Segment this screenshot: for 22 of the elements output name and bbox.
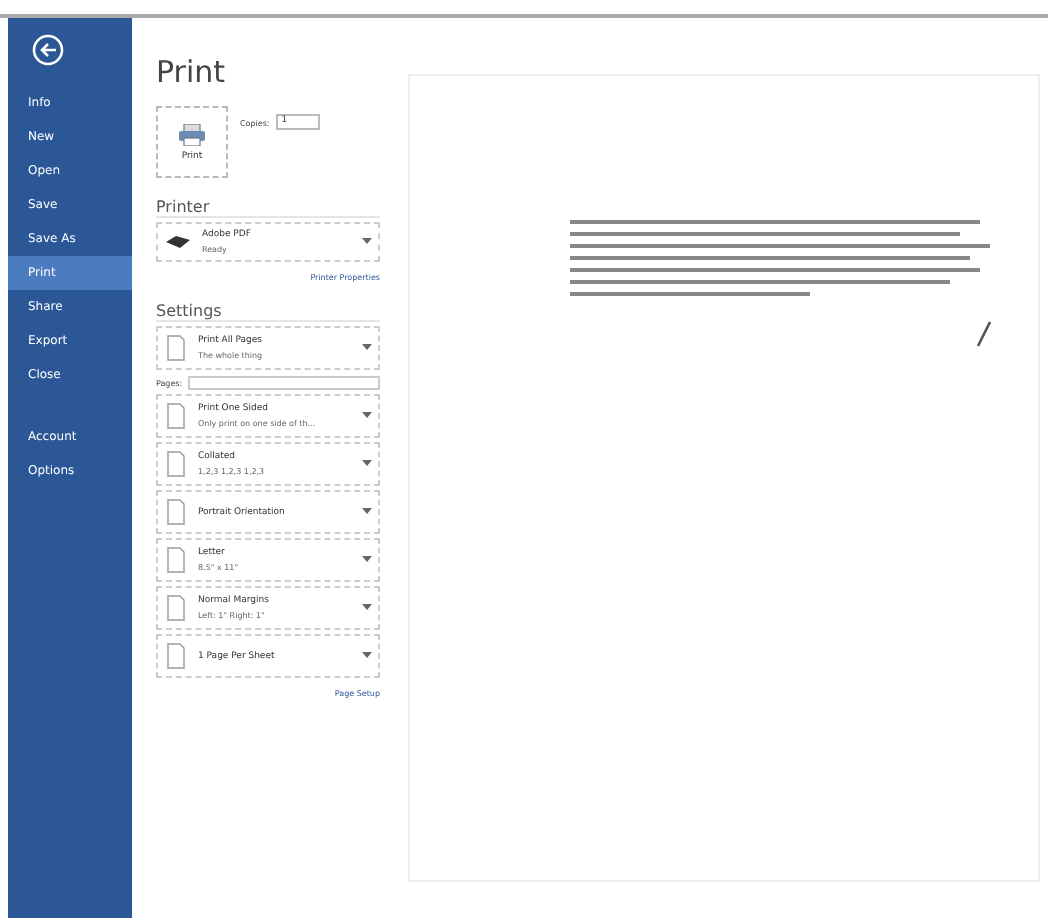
printer-icon: [164, 234, 192, 250]
caret-icon: [362, 238, 372, 246]
caret-icon: [362, 508, 372, 516]
caret-icon: [362, 604, 372, 612]
pen-mark-icon: [976, 320, 992, 348]
caret-icon: [362, 412, 372, 420]
page-icon: [164, 594, 188, 622]
section-heading: Settings: [156, 302, 380, 322]
caret-icon: [362, 344, 372, 352]
page-icon: [164, 334, 188, 362]
page-title: Print: [156, 54, 228, 90]
caret-icon: [362, 652, 372, 660]
pages-field[interactable]: [188, 376, 380, 390]
caret-icon: [362, 460, 372, 468]
page-icon: [164, 450, 188, 478]
section-heading: Printer: [156, 198, 380, 218]
page-icon: [164, 402, 188, 430]
page-icon: [164, 546, 188, 574]
page-icon: [164, 642, 188, 670]
printer-icon: [178, 123, 206, 145]
page-icon: [164, 498, 188, 526]
caret-icon: [362, 556, 372, 564]
